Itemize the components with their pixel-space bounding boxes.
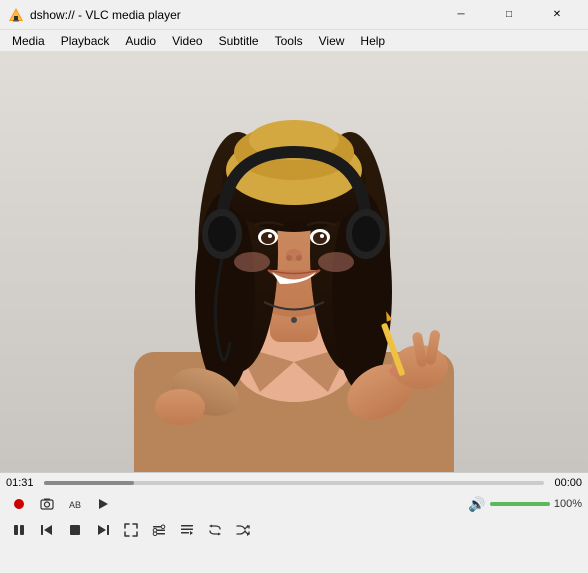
window-title: dshow:// - VLC media player [30,8,438,22]
prev-button[interactable] [34,519,60,541]
app-icon [8,7,24,23]
menu-audio[interactable]: Audio [117,30,164,51]
progress-row: 01:31 00:00 [0,473,588,491]
current-time: 01:31 [6,477,38,489]
video-area [0,52,588,472]
transport-row-2 [0,517,588,543]
random-button[interactable] [230,519,256,541]
volume-area: 🔊 100% [468,496,582,513]
total-time: 00:00 [550,477,582,489]
record-button[interactable] [6,493,32,515]
menu-bar: Media Playback Audio Video Subtitle Tool… [0,30,588,52]
controls-area: 01:31 00:00 AB [0,472,588,543]
menu-tools[interactable]: Tools [267,30,311,51]
volume-slider[interactable] [490,502,550,506]
progress-bar[interactable] [44,481,544,485]
fullscreen-button[interactable] [118,519,144,541]
repeat-button[interactable] [202,519,228,541]
video-frame [0,52,588,472]
close-button[interactable]: ✕ [534,0,580,30]
menu-video[interactable]: Video [164,30,210,51]
next-button[interactable] [90,519,116,541]
menu-help[interactable]: Help [352,30,393,51]
loop-ab-button[interactable]: AB [62,493,88,515]
transport-row-1: AB 🔊 100% [0,491,588,517]
volume-label: 100% [554,498,582,510]
progress-fill [44,481,134,485]
volume-icon[interactable]: 🔊 [468,496,485,513]
volume-fill [490,502,550,506]
menu-subtitle[interactable]: Subtitle [211,30,267,51]
window-controls: ─ □ ✕ [438,0,580,30]
title-bar: dshow:// - VLC media player ─ □ ✕ [0,0,588,30]
snapshot-button[interactable] [34,493,60,515]
play-button[interactable] [90,493,116,515]
maximize-button[interactable]: □ [486,0,532,30]
stop-button[interactable] [62,519,88,541]
minimize-button[interactable]: ─ [438,0,484,30]
extended-button[interactable] [146,519,172,541]
menu-playback[interactable]: Playback [53,30,118,51]
svg-text:AB: AB [69,500,81,510]
menu-view[interactable]: View [311,30,353,51]
menu-media[interactable]: Media [4,30,53,51]
video-content [0,52,588,472]
pause-button[interactable] [6,519,32,541]
playlist-button[interactable] [174,519,200,541]
